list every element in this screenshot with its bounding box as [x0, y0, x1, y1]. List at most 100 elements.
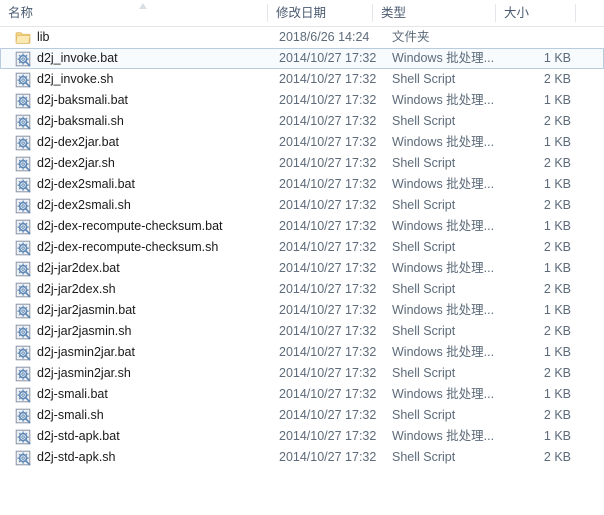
file-type-cell: Windows 批处理...	[392, 51, 495, 65]
file-row[interactable]: d2j-smali.sh 2014/10/27 17:32 Shell Script…	[0, 405, 604, 426]
file-name-cell: d2j_invoke.sh	[37, 72, 114, 86]
file-size-cell: 2 KB	[543, 198, 571, 212]
file-size-cell: 1 KB	[543, 177, 571, 191]
file-size-cell: 1 KB	[543, 93, 571, 107]
file-size-cell: 2 KB	[543, 114, 571, 128]
column-divider-size[interactable]	[575, 4, 576, 22]
file-name-cell: d2j-jar2jasmin.sh	[37, 324, 132, 338]
file-row[interactable]: d2j-dex-recompute-checksum.sh 2014/10/27 …	[0, 237, 604, 258]
file-date-cell: 2014/10/27 17:32	[279, 408, 377, 422]
file-type-cell: Windows 批处理...	[392, 219, 495, 233]
file-size-cell: 2 KB	[543, 324, 571, 338]
file-name-cell: d2j-jasmin2jar.bat	[37, 345, 135, 359]
column-header-type-label: 类型	[381, 6, 407, 20]
file-size-cell: 2 KB	[543, 450, 571, 464]
file-type-cell: Shell Script	[392, 198, 456, 212]
file-date-cell: 2014/10/27 17:32	[279, 198, 377, 212]
file-row[interactable]: d2j-jar2jasmin.sh 2014/10/27 17:32 Shell S…	[0, 321, 604, 342]
file-type-cell: Shell Script	[392, 450, 456, 464]
file-row[interactable]: d2j_invoke.bat 2014/10/27 17:32 Windows 批处…	[0, 48, 604, 69]
file-row[interactable]: d2j-std-apk.bat 2014/10/27 17:32 Windows 批…	[0, 426, 604, 447]
file-row[interactable]: d2j-dex2smali.sh 2014/10/27 17:32 Shell Sc…	[0, 195, 604, 216]
file-row[interactable]: lib 2018/6/26 14:24 文件夹	[0, 27, 604, 48]
file-name-cell: d2j-dex-recompute-checksum.bat	[37, 219, 223, 233]
column-header-size-label: 大小	[504, 6, 530, 20]
file-name-cell: d2j-baksmali.bat	[37, 93, 129, 107]
file-size-cell: 1 KB	[543, 219, 571, 233]
file-row[interactable]: d2j-baksmali.bat 2014/10/27 17:32 Windows …	[0, 90, 604, 111]
file-type-cell: Shell Script	[392, 114, 456, 128]
file-type-cell: Windows 批处理...	[392, 135, 495, 149]
file-name-cell: d2j-jasmin2jar.sh	[37, 366, 131, 380]
file-row[interactable]: d2j-jar2dex.sh 2014/10/27 17:32 Shell Scri…	[0, 279, 604, 300]
file-name-cell: d2j-smali.sh	[37, 408, 104, 422]
file-row[interactable]: d2j-dex2jar.bat 2014/10/27 17:32 Windows 批…	[0, 132, 604, 153]
file-name-cell: d2j-jar2jasmin.bat	[37, 303, 136, 317]
file-size-cell: 2 KB	[543, 72, 571, 86]
file-type-cell: Shell Script	[392, 156, 456, 170]
file-type-cell: Windows 批处理...	[392, 303, 495, 317]
sort-ascending-icon	[139, 3, 147, 9]
file-date-cell: 2014/10/27 17:32	[279, 303, 377, 317]
column-header-date-modified[interactable]: 修改日期	[268, 0, 373, 26]
column-header-size[interactable]: 大小	[496, 0, 576, 26]
column-header-bar: 名称 修改日期 类型 大小	[0, 0, 604, 27]
file-date-cell: 2014/10/27 17:32	[279, 429, 377, 443]
file-name-cell: d2j-dex2smali.bat	[37, 177, 135, 191]
file-name-cell: d2j_invoke.bat	[37, 51, 118, 65]
column-header-type[interactable]: 类型	[373, 0, 496, 26]
file-date-cell: 2014/10/27 17:32	[279, 177, 377, 191]
file-row[interactable]: d2j-jar2dex.bat 2014/10/27 17:32 Windows 批…	[0, 258, 604, 279]
file-type-cell: Windows 批处理...	[392, 345, 495, 359]
file-row[interactable]: d2j-std-apk.sh 2014/10/27 17:32 Shell Scri…	[0, 447, 604, 468]
file-date-cell: 2014/10/27 17:32	[279, 219, 377, 233]
file-date-cell: 2014/10/27 17:32	[279, 345, 377, 359]
file-type-cell: Windows 批处理...	[392, 387, 495, 401]
file-row[interactable]: d2j_invoke.sh 2014/10/27 17:32 Shell Scrip…	[0, 69, 604, 90]
column-header-date-modified-label: 修改日期	[276, 6, 327, 20]
file-name-cell: d2j-baksmali.sh	[37, 114, 124, 128]
column-header-name[interactable]: 名称	[0, 0, 268, 26]
file-date-cell: 2014/10/27 17:32	[279, 282, 377, 296]
file-row[interactable]: d2j-dex2smali.bat 2014/10/27 17:32 Windows…	[0, 174, 604, 195]
file-type-cell: Shell Script	[392, 366, 456, 380]
file-size-cell: 1 KB	[543, 303, 571, 317]
file-name-cell: d2j-jar2dex.sh	[37, 282, 116, 296]
file-size-cell: 2 KB	[543, 240, 571, 254]
file-date-cell: 2014/10/27 17:32	[279, 387, 377, 401]
file-row[interactable]: d2j-baksmali.sh 2014/10/27 17:32 Shell Scr…	[0, 111, 604, 132]
file-size-cell: 2 KB	[543, 366, 571, 380]
file-type-cell: 文件夹	[392, 30, 430, 44]
file-row[interactable]: d2j-dex2jar.sh 2014/10/27 17:32 Shell Scri…	[0, 153, 604, 174]
file-row[interactable]: d2j-jar2jasmin.bat 2014/10/27 17:32 Window…	[0, 300, 604, 321]
file-size-cell: 2 KB	[543, 282, 571, 296]
file-size-cell: 1 KB	[543, 345, 571, 359]
file-type-cell: Windows 批处理...	[392, 93, 495, 107]
file-type-cell: Windows 批处理...	[392, 261, 495, 275]
file-row[interactable]: d2j-jasmin2jar.bat 2014/10/27 17:32 Window…	[0, 342, 604, 363]
file-date-cell: 2014/10/27 17:32	[279, 156, 377, 170]
column-header-name-label: 名称	[8, 6, 34, 20]
file-date-cell: 2014/10/27 17:32	[279, 51, 377, 65]
file-list[interactable]: lib 2018/6/26 14:24 文件夹 d2j_invoke.bat 2014/…	[0, 27, 604, 468]
file-name-cell: d2j-std-apk.bat	[37, 429, 120, 443]
file-name-cell: d2j-dex-recompute-checksum.sh	[37, 240, 219, 254]
file-name-cell: d2j-std-apk.sh	[37, 450, 116, 464]
file-name-cell: d2j-dex2smali.sh	[37, 198, 131, 212]
file-size-cell	[491, 28, 571, 47]
file-size-cell: 2 KB	[543, 156, 571, 170]
file-type-cell: Shell Script	[392, 72, 456, 86]
file-name-cell: d2j-dex2jar.bat	[37, 135, 120, 149]
file-date-cell: 2014/10/27 17:32	[279, 114, 377, 128]
file-row[interactable]: d2j-smali.bat 2014/10/27 17:32 Windows 批处理…	[0, 384, 604, 405]
file-row[interactable]: d2j-jasmin2jar.sh 2014/10/27 17:32 Shell S…	[0, 363, 604, 384]
file-size-cell: 1 KB	[543, 135, 571, 149]
file-name-cell: lib	[37, 30, 50, 44]
file-size-cell: 2 KB	[543, 408, 571, 422]
file-type-cell: Shell Script	[392, 240, 456, 254]
file-row[interactable]: d2j-dex-recompute-checksum.bat 2014/10/27…	[0, 216, 604, 237]
file-type-cell: Windows 批处理...	[392, 177, 495, 191]
file-name-cell: d2j-jar2dex.bat	[37, 261, 120, 275]
file-size-cell: 1 KB	[543, 429, 571, 443]
file-name-cell: d2j-dex2jar.sh	[37, 156, 115, 170]
